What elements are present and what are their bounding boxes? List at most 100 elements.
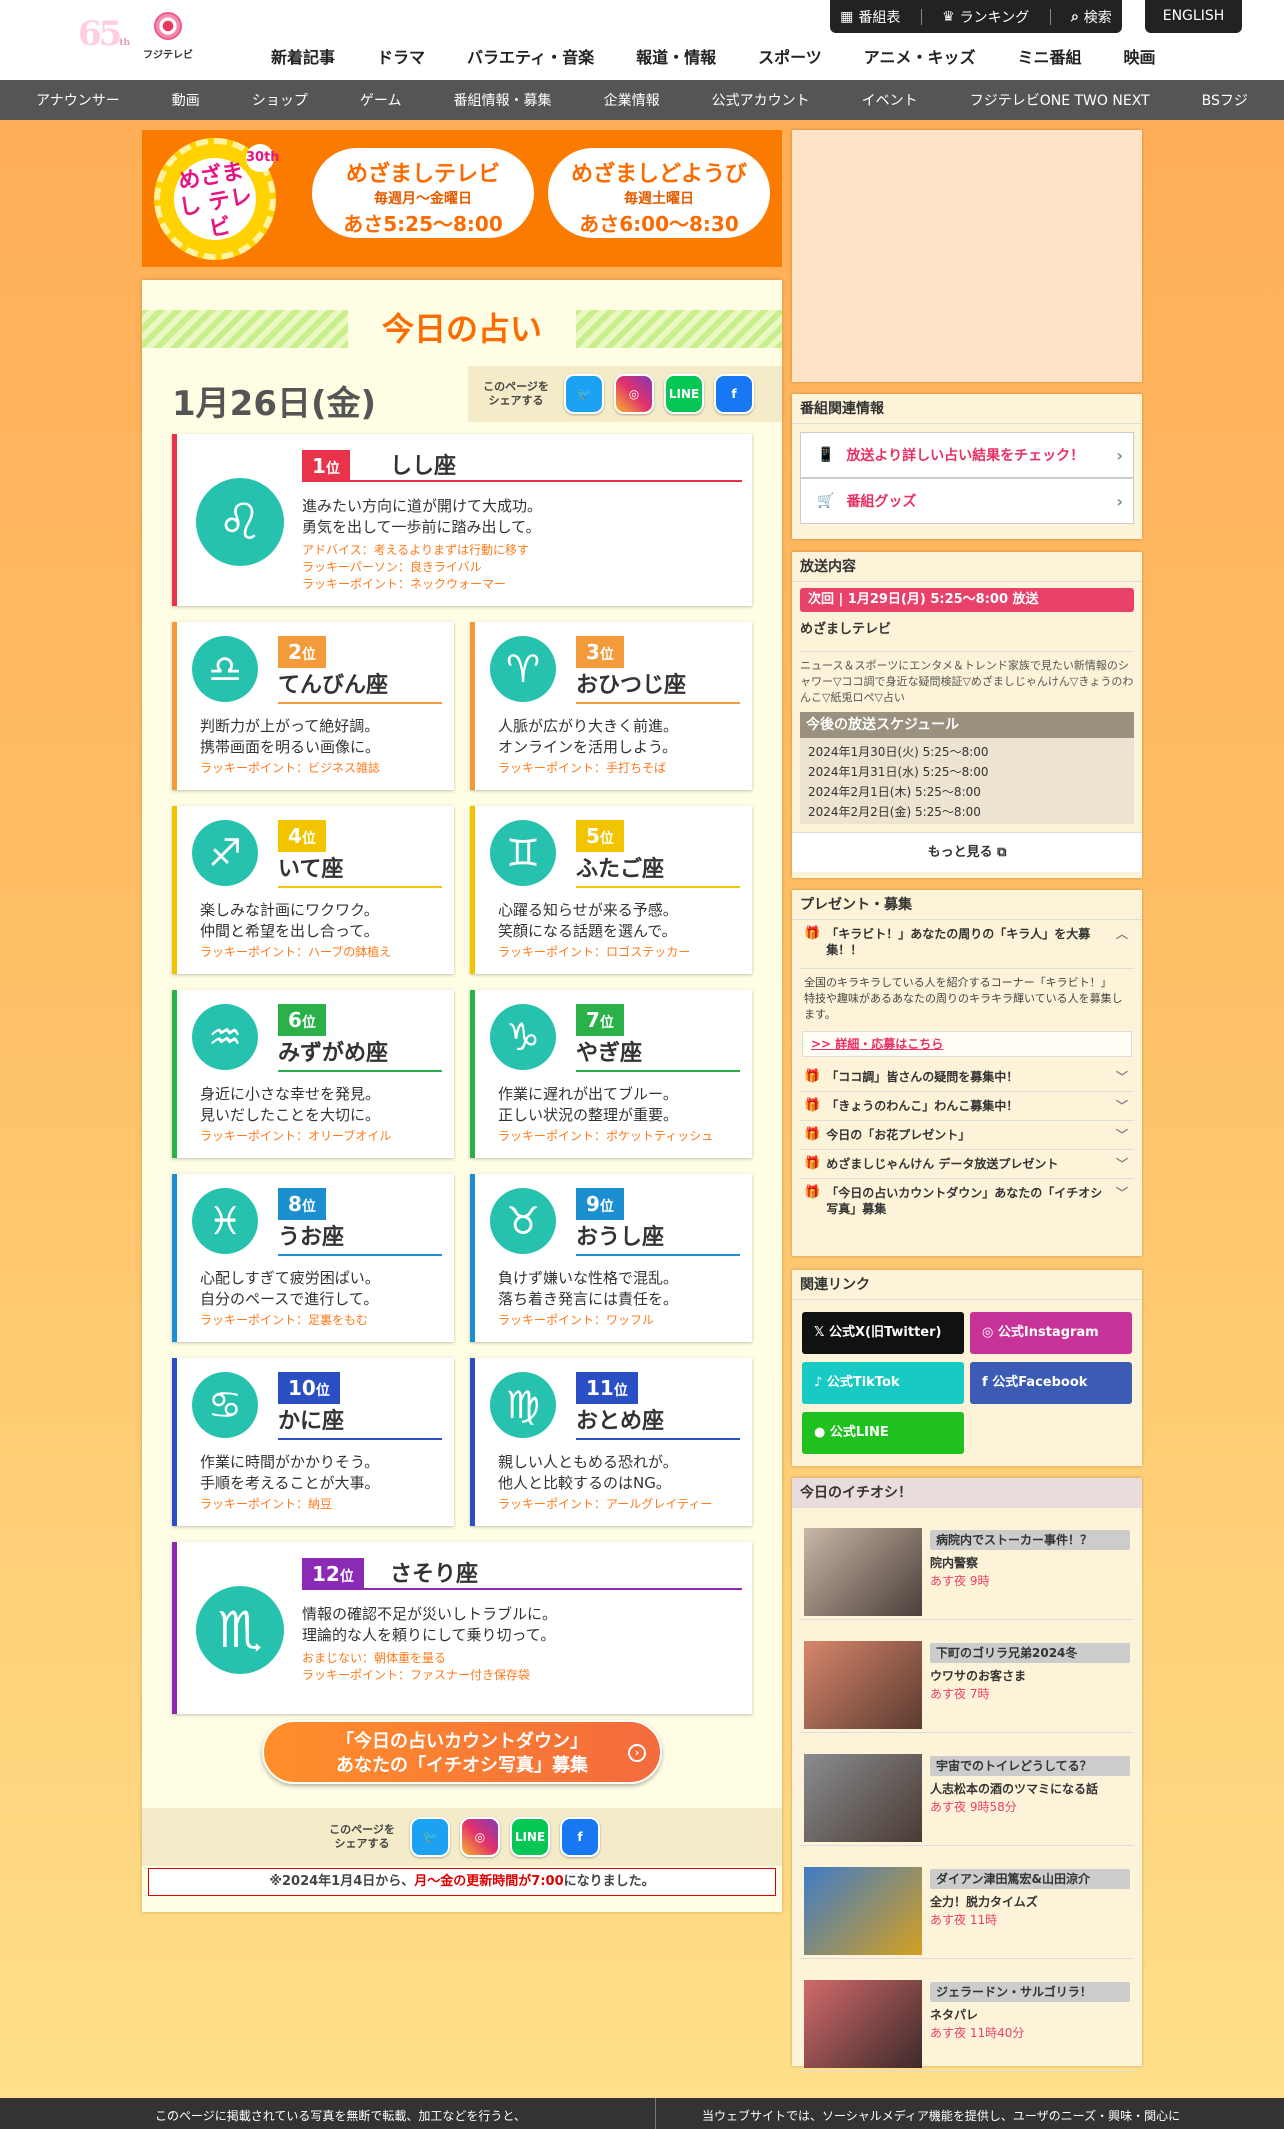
subnav-item[interactable]: 番組情報・募集 bbox=[454, 90, 552, 110]
nav-item[interactable]: ドラマ bbox=[356, 44, 446, 68]
line-link[interactable]: ● 公式LINE bbox=[802, 1412, 964, 1454]
facebook-share-icon[interactable]: f bbox=[560, 1817, 600, 1857]
broadcast-panel: 放送内容 次回 | 1月29日(月) 5:25〜8:00 放送 めざましテレビ … bbox=[792, 552, 1142, 878]
fujitv-logo[interactable]: フジテレビ bbox=[138, 12, 198, 64]
line-share-icon[interactable]: LINE bbox=[510, 1817, 550, 1857]
tv-guide-button[interactable]: ▦ 番組表 bbox=[840, 7, 900, 27]
tv-guide-label: 番組表 bbox=[858, 9, 901, 26]
program-banner[interactable]: めざまし テレビ 30th めざましテレビ 毎週月〜金曜日 あさ5:25〜8:0… bbox=[142, 130, 782, 267]
fortune-line: 仲間と希望を出し合って。 bbox=[200, 922, 379, 940]
facebook-share-icon[interactable]: f bbox=[714, 374, 754, 414]
nav-item[interactable]: 報道・情報 bbox=[615, 44, 737, 68]
nav-item[interactable]: アニメ・キッズ bbox=[843, 44, 997, 68]
rank-number: 6 bbox=[288, 1008, 302, 1032]
divider bbox=[920, 8, 922, 25]
subnav-item[interactable]: BSフジ bbox=[1202, 90, 1248, 110]
rank-number: 8 bbox=[288, 1192, 302, 1216]
nav-item[interactable]: 映画 bbox=[1102, 44, 1176, 68]
rank-number: 4 bbox=[288, 824, 302, 848]
detailed-fortune-label: 放送より詳しい占い結果をチェック！ bbox=[846, 448, 1085, 464]
page-title: 今日の占い bbox=[381, 310, 542, 348]
rank-color-bar bbox=[470, 622, 475, 790]
nav-item[interactable]: スポーツ bbox=[737, 44, 843, 68]
search-button[interactable]: ⌕ 検索 bbox=[1071, 7, 1112, 27]
pick-thumbnail[interactable] bbox=[804, 1754, 922, 1842]
nav-item[interactable]: 新着記事 bbox=[250, 44, 356, 68]
detailed-fortune-link[interactable]: 📱 放送より詳しい占い結果をチェック！ › bbox=[800, 432, 1134, 478]
present-accordion[interactable]: 🎁 「ココ調」皆さんの疑問を募集中！ ﹀ bbox=[800, 1063, 1134, 1092]
program-goods-link[interactable]: 🛒 番組グッズ › bbox=[800, 478, 1134, 524]
weekday-title: めざましテレビ bbox=[345, 162, 500, 187]
crown-icon: ♛ bbox=[942, 8, 955, 25]
facebook-link[interactable]: f 公式Facebook bbox=[970, 1362, 1132, 1404]
pick-item[interactable]: ジェラードン・サルゴリラ！ ネタパレ あす夜 11時40分 bbox=[800, 1972, 1134, 2072]
rank-badge: 9位 bbox=[576, 1188, 624, 1220]
facebook-icon: f bbox=[982, 1375, 993, 1390]
present-accordion[interactable]: 🎁 「きょうのわんこ」わんこ募集中！ ﹀ bbox=[800, 1092, 1134, 1121]
present-item-label: 「今日の占いカウントダウン」あなたの「イチオシ写真」募集 bbox=[826, 1186, 1103, 1216]
subnav-item[interactable]: 動画 bbox=[172, 90, 200, 110]
zodiac-icon: ♓ bbox=[192, 1188, 258, 1254]
rank-unit: 位 bbox=[301, 831, 316, 847]
subnav-item[interactable]: 企業情報 bbox=[604, 90, 660, 110]
lucky-point-line: ラッキーポイント：アールグレイティー bbox=[498, 1497, 713, 1511]
chevron-down-icon: ﹀ bbox=[1115, 1099, 1128, 1113]
subnav-item[interactable]: 公式アカウント bbox=[712, 90, 810, 110]
pick-time: あす夜 11時40分 bbox=[930, 2026, 1025, 2040]
present-accordion[interactable]: 🎁 「今日の占いカウントダウン」あなたの「イチオシ写真」募集 ﹀ bbox=[800, 1179, 1134, 1223]
english-button[interactable]: ENGLISH bbox=[1145, 0, 1242, 33]
pick-item[interactable]: 宇宙でのトイレどうしてる？ 人志松本の酒のツマミになる話 あす夜 9時58分 bbox=[800, 1746, 1134, 1846]
line-share-icon[interactable]: LINE bbox=[664, 374, 704, 414]
x-twitter-link[interactable]: 𝕏 公式X(旧Twitter) bbox=[802, 1312, 964, 1354]
x-icon: 𝕏 bbox=[814, 1325, 829, 1340]
countdown-photo-cta-button[interactable]: 「今日の占いカウントダウン」 あなたの「イチオシ写真」募集 › bbox=[262, 1720, 662, 1784]
rank-color-bar bbox=[172, 1174, 177, 1342]
rank-unit: 位 bbox=[301, 1015, 316, 1031]
line-link-label: 公式LINE bbox=[829, 1425, 889, 1440]
fortune-description: 親しい人ともめる恐れが。 他人と比較するのはNG。 bbox=[498, 1452, 678, 1494]
ranking-button[interactable]: ♛ ランキング bbox=[942, 7, 1029, 27]
subnav-item[interactable]: ショップ bbox=[252, 90, 308, 110]
pick-item[interactable]: 下町のゴリラ兄弟2024冬 ウワサのお客さま あす夜 7時 bbox=[800, 1633, 1134, 1733]
rank-color-bar bbox=[470, 806, 475, 974]
subnav-item[interactable]: アナウンサー bbox=[36, 90, 120, 110]
footer-left-text: このページに掲載されている写真を無断で転載、加工などを行うと、 bbox=[155, 2109, 526, 2123]
instagram-share-icon[interactable]: ◎ bbox=[614, 374, 654, 414]
present-accordion[interactable]: 🎁 今日の「お花プレゼント」 ﹀ bbox=[800, 1121, 1134, 1150]
subnav-item[interactable]: ゲーム bbox=[360, 90, 402, 110]
weekday-time: あさ5:25〜8:00 bbox=[343, 212, 503, 236]
share-bar-top: このページを シェアする 🐦 ◎ LINE f bbox=[468, 366, 782, 422]
pick-item[interactable]: ダイアン津田篤宏&山田涼介 全力！脱力タイムズ あす夜 11時 bbox=[800, 1859, 1134, 1959]
pick-thumbnail[interactable] bbox=[804, 1867, 922, 1955]
fortune-line: 理論的な人を頼りにして乗り切って。 bbox=[302, 1626, 556, 1644]
cta-line1: 「今日の占いカウントダウン」 bbox=[336, 1731, 588, 1752]
instagram-link[interactable]: ◎ 公式Instagram bbox=[970, 1312, 1132, 1354]
pick-thumbnail[interactable] bbox=[804, 1641, 922, 1729]
arrow-right-icon: › bbox=[628, 1744, 646, 1762]
pick-item[interactable]: 病院内でストーカー事件！？ 院内警察 あす夜 9時 bbox=[800, 1520, 1134, 1620]
present-accordion-open[interactable]: 🎁 「キラビト！」あなたの周りの「キラ人」を大募集！！ ︿ bbox=[800, 920, 1134, 964]
pick-thumbnail[interactable] bbox=[804, 1980, 922, 2068]
next-broadcast-bar: 次回 | 1月29日(月) 5:25〜8:00 放送 bbox=[800, 588, 1134, 612]
nav-item[interactable]: バラエティ・音楽 bbox=[446, 44, 615, 68]
nav-item[interactable]: ミニ番組 bbox=[996, 44, 1102, 68]
subnav-item[interactable]: フジテレビONE TWO NEXT bbox=[970, 90, 1150, 110]
instagram-share-icon[interactable]: ◎ bbox=[460, 1817, 500, 1857]
rank-unit: 位 bbox=[301, 1199, 316, 1215]
instagram-icon: ◎ bbox=[982, 1325, 998, 1340]
more-button[interactable]: もっと見る ⧉ bbox=[792, 832, 1142, 872]
anniversary-65-logo[interactable]: 65th bbox=[78, 14, 130, 60]
twitter-share-icon[interactable]: 🐦 bbox=[410, 1817, 450, 1857]
present-apply-link[interactable]: >> 詳細・応募はこちら bbox=[802, 1031, 1132, 1057]
rank-color-bar bbox=[470, 1358, 475, 1526]
twitter-share-icon[interactable]: 🐦 bbox=[564, 374, 604, 414]
rank-card: ♍ 11位 おとめ座 親しい人ともめる恐れが。 他人と比較するのはNG。 ラッキーポイント… bbox=[470, 1358, 752, 1526]
subnav-item[interactable]: イベント bbox=[862, 90, 918, 110]
tiktok-link[interactable]: ♪ 公式TikTok bbox=[802, 1362, 964, 1404]
rank-unit: 位 bbox=[301, 647, 316, 663]
chevron-right-icon: › bbox=[1116, 491, 1123, 511]
pick-thumbnail[interactable] bbox=[804, 1528, 922, 1616]
present-accordion[interactable]: 🎁 めざましじゃんけん データ放送プレゼント ﹀ bbox=[800, 1150, 1134, 1179]
pick-tagline: ジェラードン・サルゴリラ！ bbox=[930, 1982, 1130, 2002]
advertisement-slot[interactable] bbox=[792, 130, 1142, 382]
